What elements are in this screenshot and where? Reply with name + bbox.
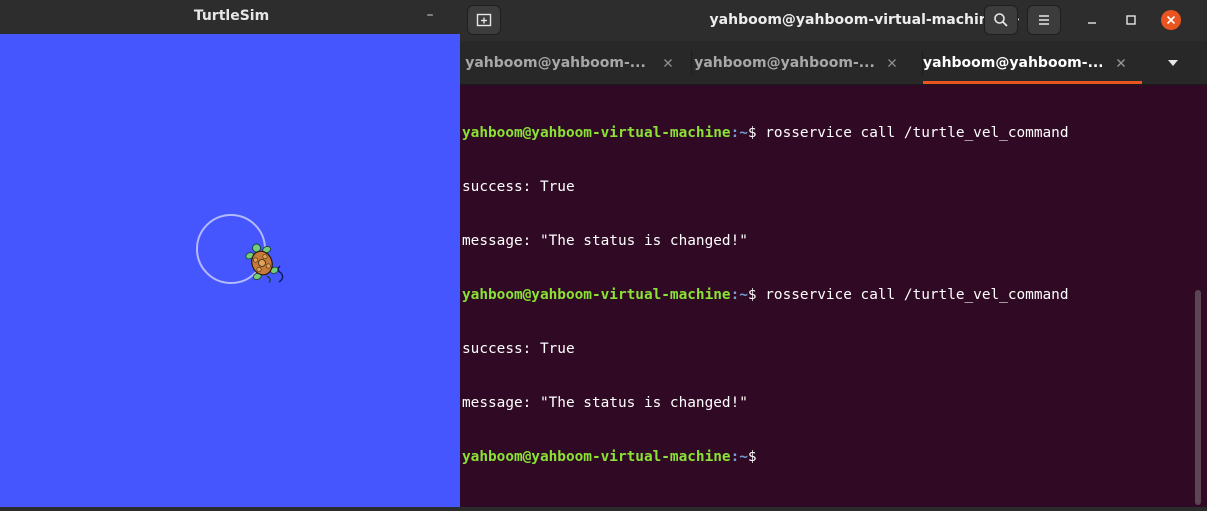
terminal-line: success: True	[462, 179, 575, 195]
prompt-path: :~	[730, 449, 748, 465]
tab-close-icon[interactable]	[1114, 56, 1128, 70]
command-text: $ rosservice call /turtle_vel_command	[747, 287, 1069, 303]
turtlesim-drawing	[0, 34, 460, 507]
close-button[interactable]	[1161, 10, 1181, 30]
turtlesim-canvas	[0, 34, 460, 507]
terminal-scrollbar[interactable]	[1195, 290, 1201, 505]
search-icon	[994, 13, 1008, 27]
terminal-line: yahboom@yahboom-virtual-machine:~$	[462, 448, 1193, 466]
minimize-button[interactable]	[1082, 10, 1102, 30]
hamburger-menu-icon	[1039, 15, 1049, 25]
terminal-headerbar[interactable]: yahboom@yahboom-virtual-machine: ~	[460, 0, 1207, 41]
search-button[interactable]	[984, 5, 1018, 35]
terminal-window: yahboom@yahboom-virtual-machine: ~ yahbo…	[460, 0, 1207, 507]
terminal-line: yahboom@yahboom-virtual-machine:~$ rosse…	[462, 286, 1193, 304]
turtlesim-background	[0, 34, 460, 507]
menu-button[interactable]	[1027, 5, 1061, 35]
terminal-tab-3[interactable]: yahboom@yahboom-...	[923, 41, 1142, 84]
prompt-user-host: yahboom@yahboom-virtual-machine	[462, 287, 731, 303]
minimize-button[interactable]: –	[420, 6, 440, 26]
tab-label: yahboom@yahboom-...	[694, 55, 875, 71]
active-tab-indicator	[923, 81, 1142, 84]
terminal-tab-2[interactable]: yahboom@yahboom-...	[692, 41, 922, 84]
terminal-line: message: "The status is changed!"	[462, 395, 748, 411]
tab-close-icon[interactable]	[661, 56, 675, 70]
command-text: $ rosservice call /turtle_vel_command	[747, 125, 1069, 141]
minimize-icon	[1088, 22, 1096, 24]
maximize-button[interactable]	[1121, 10, 1141, 30]
terminal-tab-1[interactable]: yahboom@yahboom-...	[460, 41, 691, 84]
maximize-icon	[1126, 15, 1136, 25]
command-text: $	[747, 449, 757, 465]
tab-label: yahboom@yahboom-...	[923, 55, 1102, 71]
tab-label: yahboom@yahboom-...	[465, 55, 646, 71]
close-icon	[1161, 10, 1181, 30]
chevron-down-icon	[1168, 60, 1178, 66]
tab-close-icon[interactable]	[885, 56, 899, 70]
terminal-tab-bar: yahboom@yahboom-... yahboom@yahboom-... …	[460, 41, 1207, 85]
terminal-line: yahboom@yahboom-virtual-machine:~$ rosse…	[462, 124, 1193, 142]
tab-overflow-button[interactable]	[1160, 51, 1186, 75]
turtlesim-window: TurtleSim –	[0, 0, 460, 507]
turtlesim-titlebar[interactable]: TurtleSim –	[0, 0, 460, 35]
prompt-user-host: yahboom@yahboom-virtual-machine	[462, 449, 731, 465]
prompt-path: :~	[730, 125, 748, 141]
terminal-output[interactable]: yahboom@yahboom-virtual-machine:~$ rosse…	[460, 85, 1193, 507]
prompt-user-host: yahboom@yahboom-virtual-machine	[462, 125, 731, 141]
terminal-line: success: True	[462, 341, 575, 357]
prompt-path: :~	[730, 287, 748, 303]
terminal-line: message: "The status is changed!"	[462, 233, 748, 249]
turtlesim-title: TurtleSim	[193, 8, 270, 24]
